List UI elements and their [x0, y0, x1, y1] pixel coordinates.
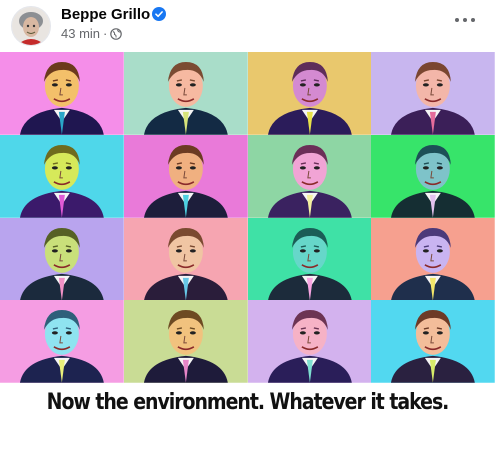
image-caption: Now the environment. Whatever it takes.	[46, 390, 450, 415]
avatar-portrait	[12, 7, 50, 45]
portrait-tile	[371, 300, 495, 383]
portrait-tile	[371, 134, 495, 218]
portrait-tile	[0, 300, 124, 383]
author-avatar[interactable]	[11, 6, 51, 46]
post-image[interactable]: Now the environment. Whatever it takes.	[0, 52, 495, 461]
portrait-tile	[123, 300, 248, 383]
portrait-tile	[247, 300, 372, 383]
more-options-icon	[455, 18, 475, 22]
post-meta: 43 min ·	[61, 26, 123, 41]
portrait-tile	[371, 52, 495, 135]
portrait-tile	[247, 217, 372, 301]
portrait-tile	[123, 134, 248, 218]
post-header: Beppe Grillo 43 min ·	[0, 0, 495, 52]
post-timestamp[interactable]: 43 min	[61, 26, 100, 41]
portrait-tile	[123, 52, 248, 135]
author-name[interactable]: Beppe Grillo	[61, 6, 150, 23]
portrait-tile	[0, 134, 124, 218]
verified-badge-icon	[152, 7, 166, 21]
portrait-tile	[247, 52, 372, 135]
portrait-tile	[371, 217, 495, 301]
portrait-tile	[0, 217, 124, 301]
portrait-tile	[247, 134, 372, 218]
more-options-button[interactable]	[451, 10, 479, 30]
meta-separator: ·	[103, 26, 108, 41]
pop-art-portrait-grid	[0, 52, 495, 383]
portrait-tile	[123, 217, 248, 301]
globe-icon[interactable]	[110, 27, 123, 40]
portrait-tile	[0, 52, 124, 135]
